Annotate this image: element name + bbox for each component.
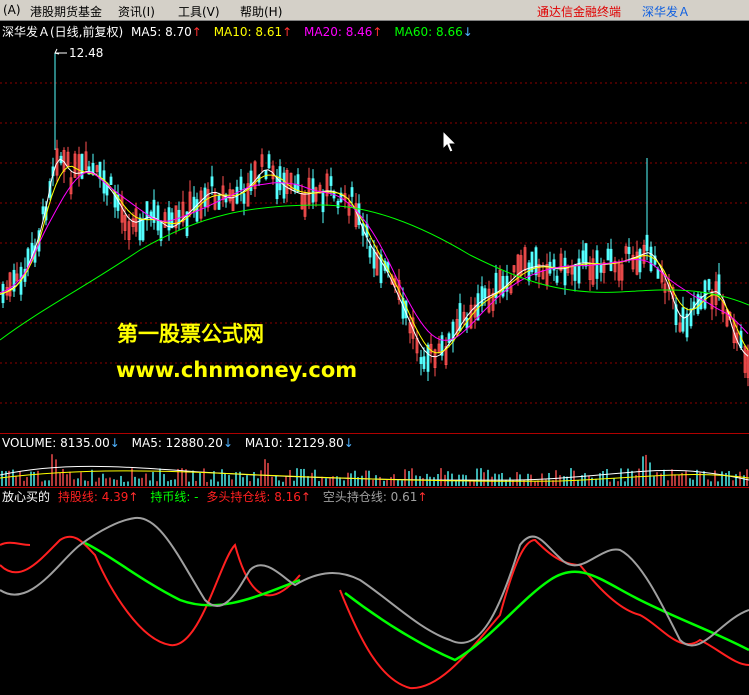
volume-ma5-value: MA5: 12880.20↓ [131, 436, 233, 450]
candle-body [239, 176, 243, 191]
up-arrow-icon: ↑ [191, 25, 202, 39]
up-arrow-icon: ↑ [300, 490, 311, 504]
candle-body [210, 176, 214, 187]
indicator-lines [0, 516, 749, 690]
candle-body [368, 246, 372, 258]
candle-body [426, 344, 430, 372]
candle-body [267, 154, 271, 169]
volume-ma10-value: MA10: 12129.80↓ [244, 436, 354, 450]
candle-body [685, 313, 689, 338]
candle-body [336, 200, 340, 209]
candle-body [109, 176, 113, 185]
candle-body [656, 268, 660, 279]
candle-body [707, 279, 711, 291]
candle-body [141, 219, 145, 241]
down-arrow-icon: ↓ [109, 436, 120, 450]
down-arrow-icon: ↓ [222, 436, 233, 450]
volume-value: VOLUME: 8135.00↓ [2, 436, 120, 450]
candle-body [534, 247, 538, 276]
short-position-line [0, 516, 749, 647]
ma5-value: MA5: 8.70↑ [131, 25, 202, 39]
candle-body [609, 248, 613, 272]
candle-body [483, 288, 487, 299]
hold-stock-line [0, 541, 31, 546]
up-arrow-icon: ↑ [372, 25, 383, 39]
candlestick-series [1, 53, 749, 387]
mouse-cursor-icon [442, 129, 458, 153]
up-arrow-icon: ↑ [417, 490, 428, 504]
candle-body [555, 275, 559, 283]
hold-cash-line-value: 持币线: - [150, 490, 199, 504]
candle-body [638, 249, 642, 273]
candle-body [321, 191, 325, 213]
watermark-chinese: 第一股票公式网 [117, 322, 264, 346]
candle-body [422, 356, 426, 369]
candle-body [98, 161, 102, 180]
up-arrow-icon: ↑ [128, 490, 139, 504]
candle-body [41, 206, 45, 215]
candle-body [480, 286, 484, 306]
ma10-value: MA10: 8.61↑ [213, 25, 293, 39]
high-price-label: 12.48 [69, 46, 104, 60]
down-arrow-icon: ↓ [343, 436, 354, 450]
candle-body [275, 177, 279, 200]
candle-body [681, 307, 685, 332]
main-legend: 深华发Ａ(日线,前复权) MA5: 8.70↑ MA10: 8.61↑ MA20… [2, 25, 481, 39]
candle-body [145, 201, 149, 220]
candle-body [645, 234, 649, 251]
candle-body [159, 221, 163, 241]
up-arrow-icon: ↑ [282, 25, 293, 39]
candle-body [599, 264, 603, 273]
short-position-line-value: 空头持仓线: 0.61↑ [322, 490, 428, 504]
candle-body [350, 187, 354, 197]
candle-body [447, 333, 451, 343]
candle-body [296, 174, 300, 193]
long-position-line [339, 538, 749, 690]
kline-chart-canvas[interactable] [0, 0, 749, 695]
candle-body [627, 246, 631, 255]
candle-body [329, 176, 333, 186]
candle-body [573, 264, 577, 281]
candle-body [563, 257, 567, 286]
candle-body [548, 261, 552, 274]
panel-divider [0, 487, 749, 488]
volume-bars [0, 454, 749, 486]
candle-body [606, 248, 610, 261]
candle-body [217, 195, 221, 210]
candle-body [419, 357, 423, 364]
candle-body [649, 246, 653, 272]
candle-body [264, 170, 268, 180]
indicator-legend: 放心买的 持股线: 4.39↑ 持币线: - 多头持仓线: 8.16↑ 空头持仓… [2, 490, 435, 504]
long-position-line-value: 多头持仓线: 8.16↑ [206, 490, 311, 504]
candle-body [156, 205, 160, 231]
candle-body [717, 274, 721, 296]
indicator-name: 放心买的 [2, 490, 51, 504]
candle-body [372, 249, 376, 269]
candle-body [577, 258, 581, 284]
panel-divider [0, 433, 749, 434]
watermark-url: www.chnmoney.com [116, 358, 358, 382]
hold-stock-line-value: 持股线: 4.39↑ [57, 490, 139, 504]
candle-body [527, 262, 531, 282]
down-arrow-icon: ↓ [462, 25, 473, 39]
ma60-value: MA60: 8.66↓ [394, 25, 473, 39]
long-position-line [0, 535, 301, 647]
candle-body [581, 250, 585, 263]
volume-legend: VOLUME: 8135.00↓ MA5: 12880.20↓ MA10: 12… [2, 436, 362, 450]
chart-title: 深华发Ａ(日线,前复权) [2, 25, 124, 39]
candle-body [242, 193, 246, 204]
hold-cash-line [344, 570, 749, 662]
ma20-value: MA20: 8.46↑ [304, 25, 383, 39]
